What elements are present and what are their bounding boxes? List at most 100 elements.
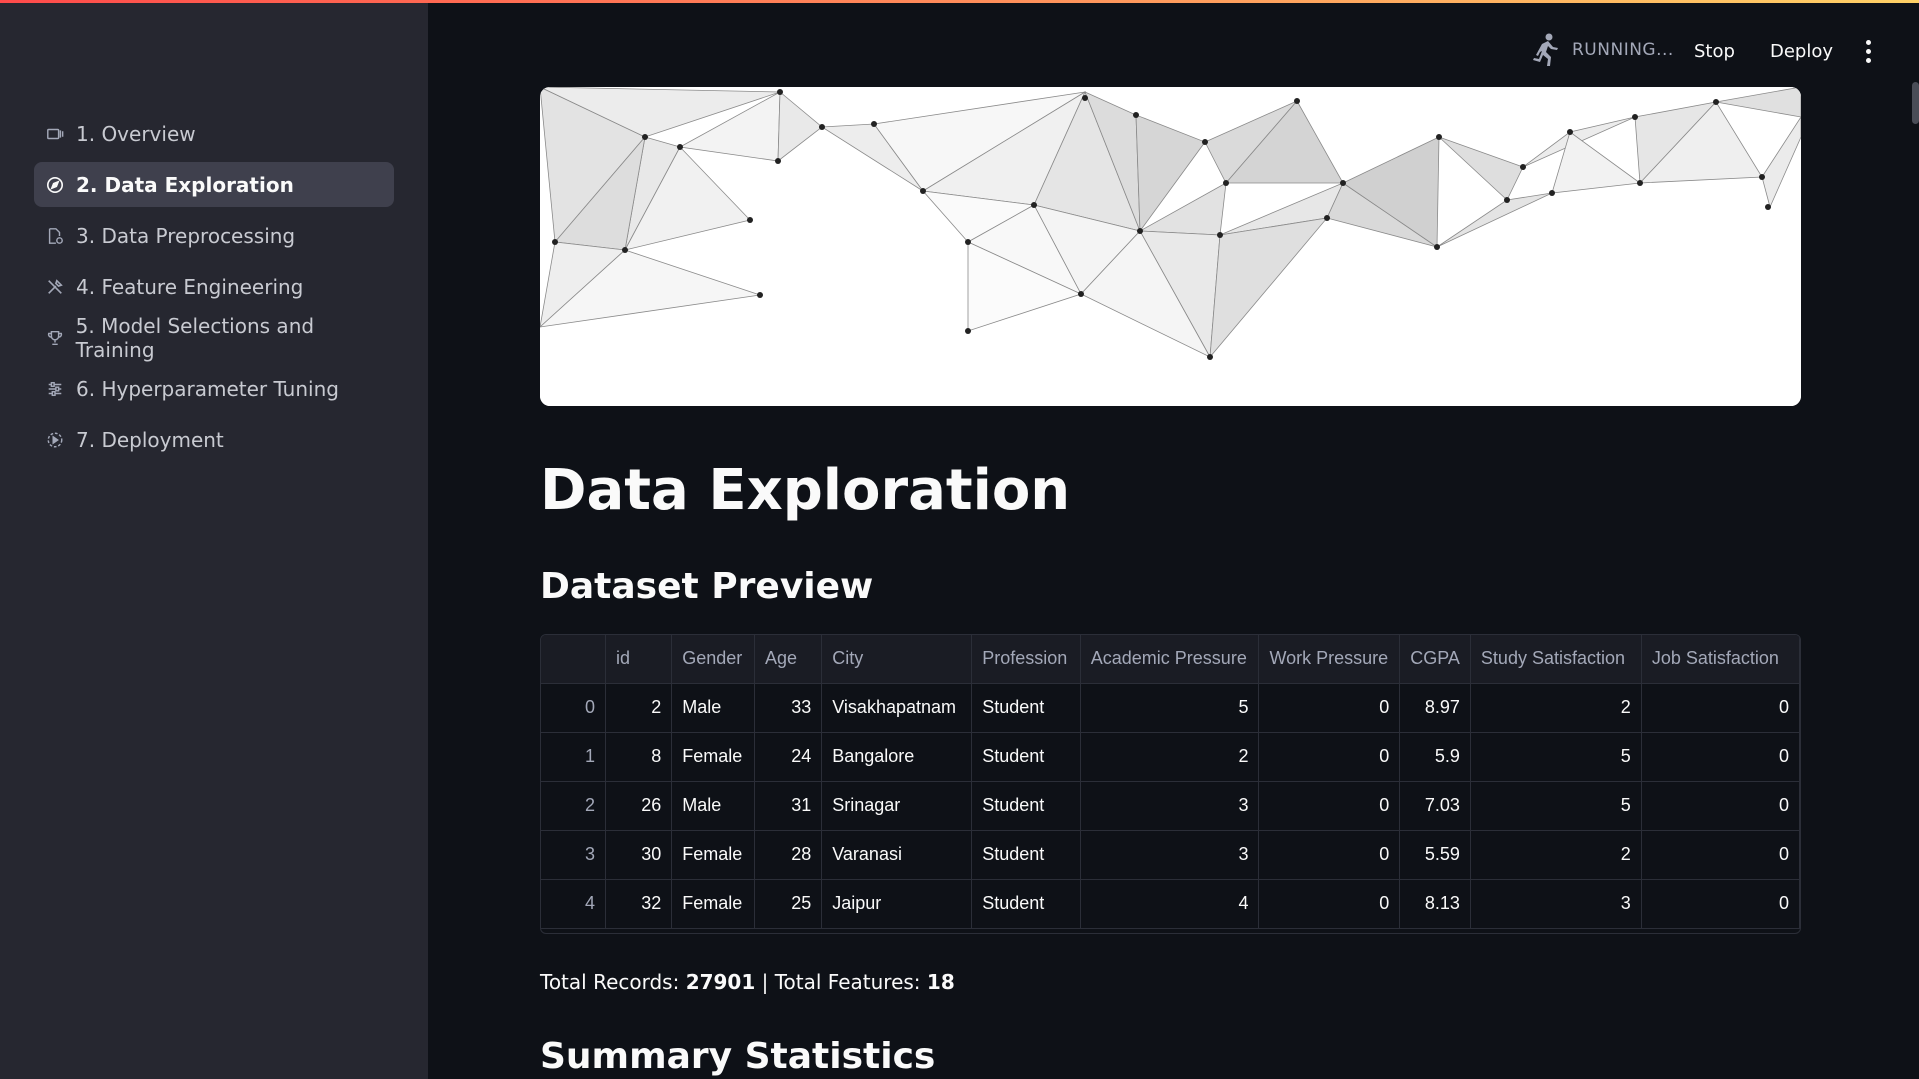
- row-index: 2: [541, 781, 607, 831]
- records-value: 27901: [685, 970, 756, 994]
- sidebar-item-model-selection[interactable]: 5. Model Selections and Training: [34, 313, 394, 362]
- sidebar-item-overview[interactable]: 1. Overview: [34, 111, 394, 156]
- main-menu-button[interactable]: [1856, 36, 1880, 66]
- features-label: | Total Features:: [761, 970, 921, 994]
- more-dot: [1865, 57, 1871, 63]
- tools-icon: [44, 276, 66, 298]
- column-header[interactable]: Gender: [671, 635, 755, 684]
- table-cell[interactable]: 0: [1641, 830, 1800, 880]
- running-status: RUNNING...: [1530, 30, 1674, 70]
- table-cell[interactable]: 28: [754, 830, 823, 880]
- table-cell[interactable]: 2: [1470, 830, 1642, 880]
- table-cell[interactable]: 30: [605, 830, 673, 880]
- table-cell[interactable]: 0: [1258, 781, 1401, 831]
- sidebar-nav: 1. Overview 2. Data Exploration 3. Data …: [34, 111, 394, 468]
- table-cell[interactable]: Student: [971, 683, 1081, 733]
- row-index: 3: [541, 830, 607, 880]
- explore-icon: [44, 174, 66, 196]
- page-title: Data Exploration: [540, 458, 1071, 523]
- table-cell[interactable]: Male: [671, 781, 755, 831]
- table-cell[interactable]: 8.13: [1399, 879, 1471, 929]
- table-cell[interactable]: 33: [754, 683, 823, 733]
- table-cell[interactable]: Male: [671, 683, 755, 733]
- table-cell[interactable]: Varanasi: [821, 830, 973, 880]
- table-cell[interactable]: 0: [1258, 683, 1401, 733]
- table-row: 3 30 Female 28 Varanasi Student 3 0 5.59…: [541, 830, 1800, 880]
- column-header[interactable]: City: [821, 635, 973, 684]
- dataset-preview-table[interactable]: id Gender Age City Profession Academic P…: [540, 634, 1801, 934]
- table-row: 2 26 Male 31 Srinagar Student 3 0 7.03 5…: [541, 781, 1800, 831]
- table-cell[interactable]: 0: [1258, 830, 1401, 880]
- running-text: RUNNING...: [1572, 40, 1674, 60]
- sidebar-item-deployment[interactable]: 7. Deployment: [34, 417, 394, 462]
- table-cell[interactable]: 0: [1641, 683, 1800, 733]
- table-cell[interactable]: 3: [1080, 830, 1260, 880]
- sidebar-item-data-preprocessing[interactable]: 3. Data Preprocessing: [34, 213, 394, 258]
- table-row: 4 32 Female 25 Jaipur Student 4 0 8.13 3…: [541, 879, 1800, 929]
- table-cell[interactable]: Student: [971, 781, 1081, 831]
- column-header[interactable]: [541, 635, 607, 684]
- sidebar-item-data-exploration[interactable]: 2. Data Exploration: [34, 162, 394, 207]
- table-cell[interactable]: 0: [1258, 732, 1401, 782]
- table-cell[interactable]: 0: [1641, 781, 1800, 831]
- scrollbar-thumb[interactable]: [1912, 82, 1919, 124]
- table-cell[interactable]: Student: [971, 879, 1081, 929]
- more-vertical-icon: [1865, 39, 1871, 45]
- table-cell[interactable]: 3: [1470, 879, 1642, 929]
- column-header[interactable]: id: [605, 635, 673, 684]
- sidebar-item-feature-engineering[interactable]: 4. Feature Engineering: [34, 264, 394, 309]
- sliders-icon: [44, 378, 66, 400]
- table-cell[interactable]: Bangalore: [821, 732, 973, 782]
- table-cell[interactable]: Female: [671, 830, 755, 880]
- table-cell[interactable]: 24: [754, 732, 823, 782]
- column-header[interactable]: Profession: [971, 635, 1081, 684]
- table-cell[interactable]: 7.03: [1399, 781, 1471, 831]
- table-cell[interactable]: 5.59: [1399, 830, 1471, 880]
- table-cell[interactable]: 5: [1080, 683, 1260, 733]
- table-cell[interactable]: 5: [1470, 732, 1642, 782]
- table-row: 0 2 Male 33 Visakhapatnam Student 5 0 8.…: [541, 683, 1800, 733]
- table-cell[interactable]: Female: [671, 732, 755, 782]
- deploy-button[interactable]: Deploy: [1770, 34, 1833, 68]
- table-cell[interactable]: 2: [1080, 732, 1260, 782]
- records-label: Total Records:: [540, 970, 680, 994]
- table-cell[interactable]: 5.9: [1399, 732, 1471, 782]
- table-cell[interactable]: 5: [1470, 781, 1642, 831]
- table-cell[interactable]: 31: [754, 781, 823, 831]
- sidebar-item-label: 7. Deployment: [76, 427, 224, 452]
- table-cell[interactable]: 2: [1470, 683, 1642, 733]
- table-cell[interactable]: 2: [605, 683, 673, 733]
- table-cell[interactable]: 26: [605, 781, 673, 831]
- summary-statistics-heading: Summary Statistics: [540, 1036, 936, 1077]
- column-header[interactable]: Age: [754, 635, 823, 684]
- dataset-preview-heading: Dataset Preview: [540, 566, 874, 607]
- table-cell[interactable]: 8: [605, 732, 673, 782]
- stop-button[interactable]: Stop: [1694, 34, 1735, 68]
- top-accent-bar: [0, 0, 1919, 3]
- column-header[interactable]: Academic Pressure: [1080, 635, 1260, 684]
- table-cell[interactable]: Visakhapatnam: [821, 683, 973, 733]
- sidebar: 1. Overview 2. Data Exploration 3. Data …: [0, 0, 428, 1079]
- column-header[interactable]: Job Satisfaction: [1641, 635, 1800, 684]
- column-header[interactable]: Work Pressure: [1258, 635, 1401, 684]
- column-header[interactable]: CGPA: [1399, 635, 1471, 684]
- sidebar-item-label: 5. Model Selections and Training: [75, 313, 315, 362]
- table-cell[interactable]: 0: [1641, 732, 1800, 782]
- table-cell[interactable]: Jaipur: [821, 879, 973, 929]
- table-cell[interactable]: 0: [1641, 879, 1800, 929]
- document-gear-icon: [44, 225, 66, 247]
- table-cell[interactable]: 0: [1258, 879, 1401, 929]
- table-cell[interactable]: 32: [605, 879, 673, 929]
- table-header-row: id Gender Age City Profession Academic P…: [541, 635, 1800, 684]
- sidebar-item-hyperparameter-tuning[interactable]: 6. Hyperparameter Tuning: [34, 366, 394, 411]
- table-cell[interactable]: 25: [754, 879, 823, 929]
- column-header[interactable]: Study Satisfaction: [1470, 635, 1642, 684]
- table-cell[interactable]: 4: [1080, 879, 1260, 929]
- table-cell[interactable]: Srinagar: [821, 781, 973, 831]
- running-man-icon: [1533, 33, 1558, 66]
- table-cell[interactable]: Student: [971, 830, 1081, 880]
- table-cell[interactable]: Student: [971, 732, 1081, 782]
- table-cell[interactable]: 3: [1080, 781, 1260, 831]
- table-cell[interactable]: Female: [671, 879, 755, 929]
- table-cell[interactable]: 8.97: [1399, 683, 1471, 733]
